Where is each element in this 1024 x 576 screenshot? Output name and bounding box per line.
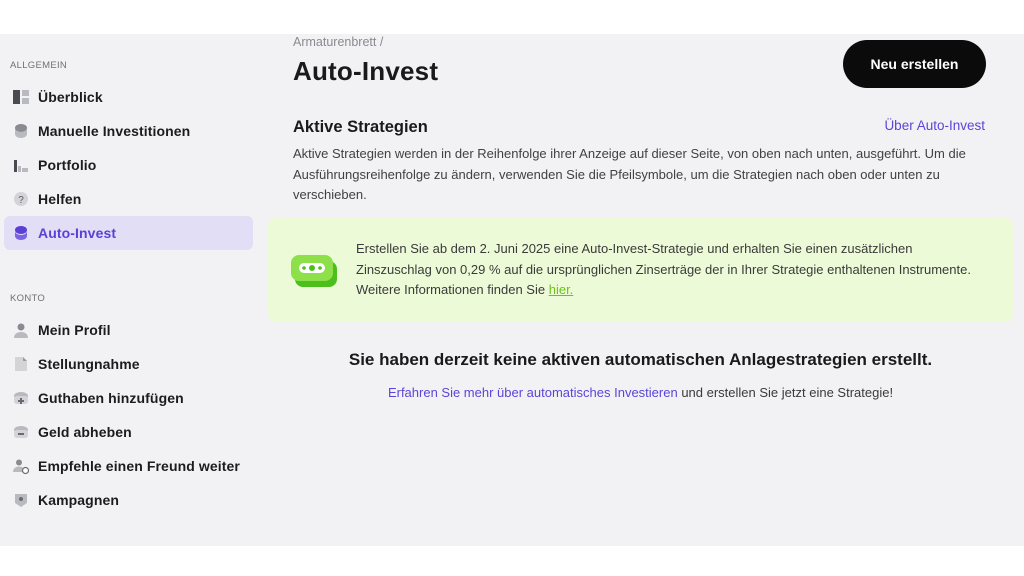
bar-chart-icon [13,157,29,173]
sidebar-item-label: Kampagnen [38,492,120,508]
sidebar-item-label: Stellungnahme [38,356,140,372]
refer-friend-icon [13,458,29,474]
sidebar-item-help[interactable]: ? Helfen [4,182,253,216]
sidebar-item-manual-investments[interactable]: Manuelle Investitionen [4,114,253,148]
page-title: Auto-Invest [293,56,439,86]
sidebar-item-auto-invest[interactable]: Auto-Invest [4,216,253,250]
section-description: Aktive Strategien werden in der Reihenfo… [293,146,966,202]
sidebar-item-label: Überblick [38,89,103,105]
auto-invest-icon [13,225,29,241]
document-icon [13,356,29,372]
svg-text:?: ? [18,195,24,206]
section-label-account: KONTO [10,293,46,304]
sidebar-item-portfolio[interactable]: Portfolio [4,148,253,182]
sidebar-item-label: Auto-Invest [38,225,117,241]
sidebar-item-refer-friend[interactable]: Empfehle einen Freund weiter [4,449,253,483]
section-label-general: ALLGEMEIN [10,60,68,71]
empty-state-text: Erfahren Sie mehr über automatisches Inv… [268,385,1013,400]
wallet-withdraw-icon [13,424,29,440]
sidebar-item-label: Geld abheben [38,424,132,440]
sidebar-item-label: Mein Profil [38,322,111,338]
empty-state-title: Sie haben derzeit keine aktiven automati… [348,350,933,369]
about-auto-invest-link[interactable]: Über Auto-Invest [884,118,985,133]
dashboard-icon [13,89,29,105]
sidebar-item-label: Manuelle Investitionen [38,123,191,139]
sidebar-item-statement[interactable]: Stellungnahme [4,347,253,381]
sidebar-item-label: Portfolio [38,157,97,173]
sidebar-item-campaigns[interactable]: Kampagnen [4,483,253,517]
promo-text-body: Erstellen Sie ab dem 2. Juni 2025 eine A… [356,241,971,297]
empty-state-suffix: und erstellen Sie jetzt eine Strategie! [677,385,894,400]
campaign-icon [13,492,29,508]
wallet-add-icon [13,390,29,406]
learn-more-link[interactable]: Erfahren Sie mehr über automatisches Inv… [388,385,678,400]
coins-icon [13,123,29,139]
promo-banner: Erstellen Sie ab dem 2. Juni 2025 eine A… [268,218,1013,322]
sidebar-item-add-funds[interactable]: Guthaben hinzufügen [4,381,253,415]
sidebar-item-overview[interactable]: Überblick [4,80,253,114]
user-icon [13,322,29,338]
sidebar-item-profile[interactable]: Mein Profil [4,313,253,347]
section-title: Aktive Strategien [293,118,428,136]
sidebar-item-label: Guthaben hinzufügen [38,390,184,406]
breadcrumb[interactable]: Armaturenbrett / [293,35,383,49]
money-icon [291,251,339,291]
app: ALLGEMEIN Überblick Manuelle Investition… [0,34,1024,546]
help-icon: ? [13,191,29,207]
sidebar-item-withdraw[interactable]: Geld abheben [4,415,253,449]
sidebar-item-label: Helfen [38,191,82,207]
promo-text: Erstellen Sie ab dem 2. Juni 2025 eine A… [356,239,986,301]
promo-more-link[interactable]: hier. [549,282,574,297]
sidebar: ALLGEMEIN Überblick Manuelle Investition… [0,34,260,546]
main-content: Armaturenbrett / Auto-Invest Neu erstell… [268,34,1024,546]
sidebar-item-label: Empfehle einen Freund weiter [38,458,240,474]
create-new-button[interactable]: Neu erstellen [843,40,986,88]
